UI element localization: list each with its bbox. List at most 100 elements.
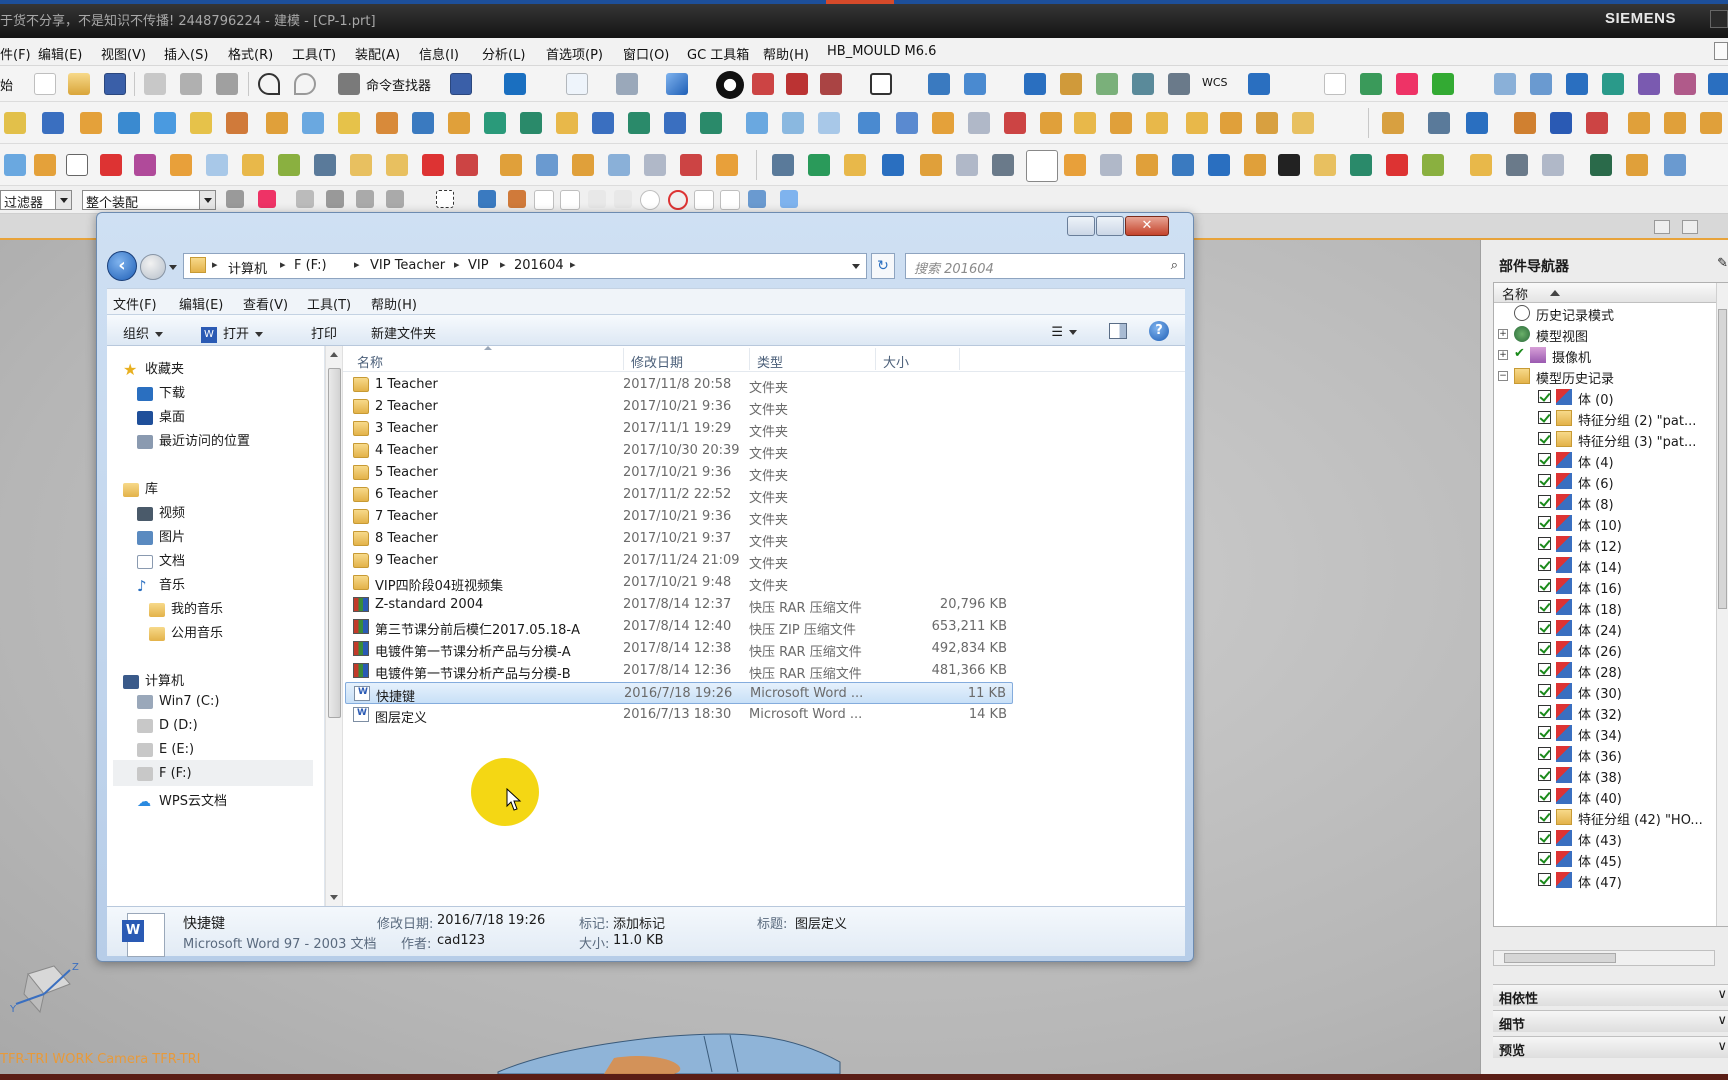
mould-9-icon[interactable]: [278, 154, 300, 176]
mould-26-icon[interactable]: [920, 154, 942, 176]
column-date[interactable]: 修改日期: [631, 352, 683, 371]
start-menu[interactable]: 始: [0, 75, 13, 94]
expand-toggle-icon[interactable]: +: [1498, 350, 1508, 360]
feature-31-icon[interactable]: [1110, 112, 1132, 134]
file-row[interactable]: 6 Teacher 2017/11/2 22:52 文件夹: [345, 484, 1013, 506]
mould-23-icon[interactable]: [808, 154, 830, 176]
mould-8-icon[interactable]: [242, 154, 264, 176]
section-preview[interactable]: 预览 ∨: [1493, 1036, 1728, 1059]
mould-22-icon[interactable]: [772, 154, 794, 176]
feature-21-icon[interactable]: [746, 112, 768, 134]
mould-21-icon[interactable]: [716, 154, 738, 176]
file-row[interactable]: 第三节课分前后模仁2017.05.18-A 2017/8/14 12:40 快压 Z…: [345, 616, 1013, 638]
feature-27-icon[interactable]: [968, 112, 990, 134]
navigator-row[interactable]: 体 (32): [1494, 702, 1728, 723]
navigator-row[interactable]: 体 (16): [1494, 576, 1728, 597]
visibility-checkbox[interactable]: [1538, 726, 1551, 739]
navigator-horizontal-scrollbar[interactable]: [1493, 950, 1715, 966]
expand-toggle-icon[interactable]: +: [1498, 329, 1508, 339]
snap-on-curve-icon[interactable]: [720, 190, 740, 210]
mould-16-icon[interactable]: [536, 154, 558, 176]
snap-intersect-icon[interactable]: [614, 190, 632, 208]
navigator-row[interactable]: 体 (45): [1494, 849, 1728, 870]
visibility-checkbox[interactable]: [1538, 537, 1551, 550]
column-type[interactable]: 类型: [757, 352, 783, 371]
feature-39-icon[interactable]: [1466, 112, 1488, 134]
explorer-menu-file[interactable]: 文件(F): [113, 294, 157, 313]
feature-11-icon[interactable]: [376, 112, 398, 134]
navigator-row[interactable]: 体 (26): [1494, 639, 1728, 660]
navigator-row[interactable]: 体 (0): [1494, 387, 1728, 408]
navigator-vertical-scrollbar[interactable]: [1716, 283, 1728, 926]
scrollbar-thumb[interactable]: [328, 368, 341, 718]
menu-file[interactable]: 件(F): [0, 44, 31, 63]
feature-14-icon[interactable]: [484, 112, 506, 134]
navigator-row[interactable]: + ✔ 摄像机: [1494, 345, 1728, 366]
tree-drive-e[interactable]: E (E:): [137, 742, 194, 757]
undo-icon[interactable]: [258, 73, 280, 95]
mould-17-icon[interactable]: [572, 154, 594, 176]
tree-music[interactable]: ♪ 音乐: [137, 574, 185, 593]
visibility-checkbox[interactable]: [1538, 453, 1551, 466]
tree-public-music[interactable]: 公用音乐: [149, 622, 223, 641]
scroll-up-icon[interactable]: [330, 352, 338, 357]
visibility-checkbox[interactable]: [1538, 495, 1551, 508]
select-all-icon[interactable]: [258, 190, 276, 208]
file-row[interactable]: 7 Teacher 2017/10/21 9:36 文件夹: [345, 506, 1013, 528]
visibility-checkbox[interactable]: [1538, 810, 1551, 823]
feature-12-icon[interactable]: [412, 112, 434, 134]
tree-documents[interactable]: 文档: [137, 550, 185, 569]
feature-45-icon[interactable]: [1700, 112, 1722, 134]
mould-41-icon[interactable]: [1506, 154, 1528, 176]
feature-16-icon[interactable]: [556, 112, 578, 134]
file-row[interactable]: 4 Teacher 2017/10/30 20:39 文件夹: [345, 440, 1013, 462]
mould-19-icon[interactable]: [644, 154, 666, 176]
feature-22-icon[interactable]: [782, 112, 804, 134]
visibility-checkbox[interactable]: [1538, 831, 1551, 844]
snap-point-icon[interactable]: [478, 190, 496, 208]
section-dependencies[interactable]: 相依性 ∨: [1493, 984, 1728, 1007]
tree-libraries[interactable]: 库: [123, 478, 158, 497]
feature-19-icon[interactable]: [664, 112, 686, 134]
visibility-checkbox[interactable]: [1538, 474, 1551, 487]
menu-edit[interactable]: 编辑(E): [38, 44, 82, 63]
navigator-row[interactable]: − 模型历史记录: [1494, 366, 1728, 387]
menu-analysis[interactable]: 分析(L): [482, 44, 525, 63]
visibility-checkbox[interactable]: [1538, 789, 1551, 802]
navigator-row[interactable]: 体 (38): [1494, 765, 1728, 786]
snap-3-icon[interactable]: [356, 190, 374, 208]
address-dropdown-icon[interactable]: [852, 264, 860, 269]
navigator-row[interactable]: 体 (47): [1494, 870, 1728, 891]
menu-assembly[interactable]: 装配(A): [355, 44, 400, 63]
refresh-button[interactable]: ↻: [871, 253, 895, 279]
view-cube-icon[interactable]: [666, 73, 688, 95]
file-row[interactable]: 5 Teacher 2017/10/21 9:36 文件夹: [345, 462, 1013, 484]
feature-26-icon[interactable]: [932, 112, 954, 134]
column-divider[interactable]: [959, 348, 960, 370]
new-file-icon[interactable]: [34, 73, 56, 95]
mould-30-icon[interactable]: [1100, 154, 1122, 176]
tree-downloads[interactable]: 下载: [137, 382, 185, 401]
mould-39-icon[interactable]: [1422, 154, 1444, 176]
wcs-button[interactable]: WCS: [1202, 76, 1228, 89]
visibility-checkbox[interactable]: [1538, 705, 1551, 718]
breadcrumb-vip[interactable]: VIP: [468, 258, 489, 273]
feature-8-icon[interactable]: [266, 112, 288, 134]
detail-author-value[interactable]: cad123: [437, 933, 485, 948]
scrollbar-thumb[interactable]: [1718, 309, 1727, 609]
navigation-pane-scrollbar[interactable]: [325, 346, 343, 906]
snap-line-icon[interactable]: [534, 190, 554, 210]
snap-mid-icon[interactable]: [560, 190, 580, 210]
visibility-checkbox[interactable]: [1538, 579, 1551, 592]
feature-37-icon[interactable]: [1382, 112, 1404, 134]
column-divider[interactable]: [875, 348, 876, 370]
feature-38-icon[interactable]: [1428, 112, 1450, 134]
cut-icon[interactable]: [144, 73, 166, 95]
section-view-icon[interactable]: [786, 73, 808, 95]
navigator-row[interactable]: + 模型视图: [1494, 324, 1728, 345]
feature-40-icon[interactable]: [1514, 112, 1536, 134]
feature-36-icon[interactable]: [1292, 112, 1314, 134]
file-row[interactable]: 快捷键 2016/7/18 19:26 Microsoft Word ... 11 K…: [345, 682, 1013, 705]
move-icon[interactable]: [928, 73, 950, 95]
column-name[interactable]: 名称: [357, 352, 383, 371]
